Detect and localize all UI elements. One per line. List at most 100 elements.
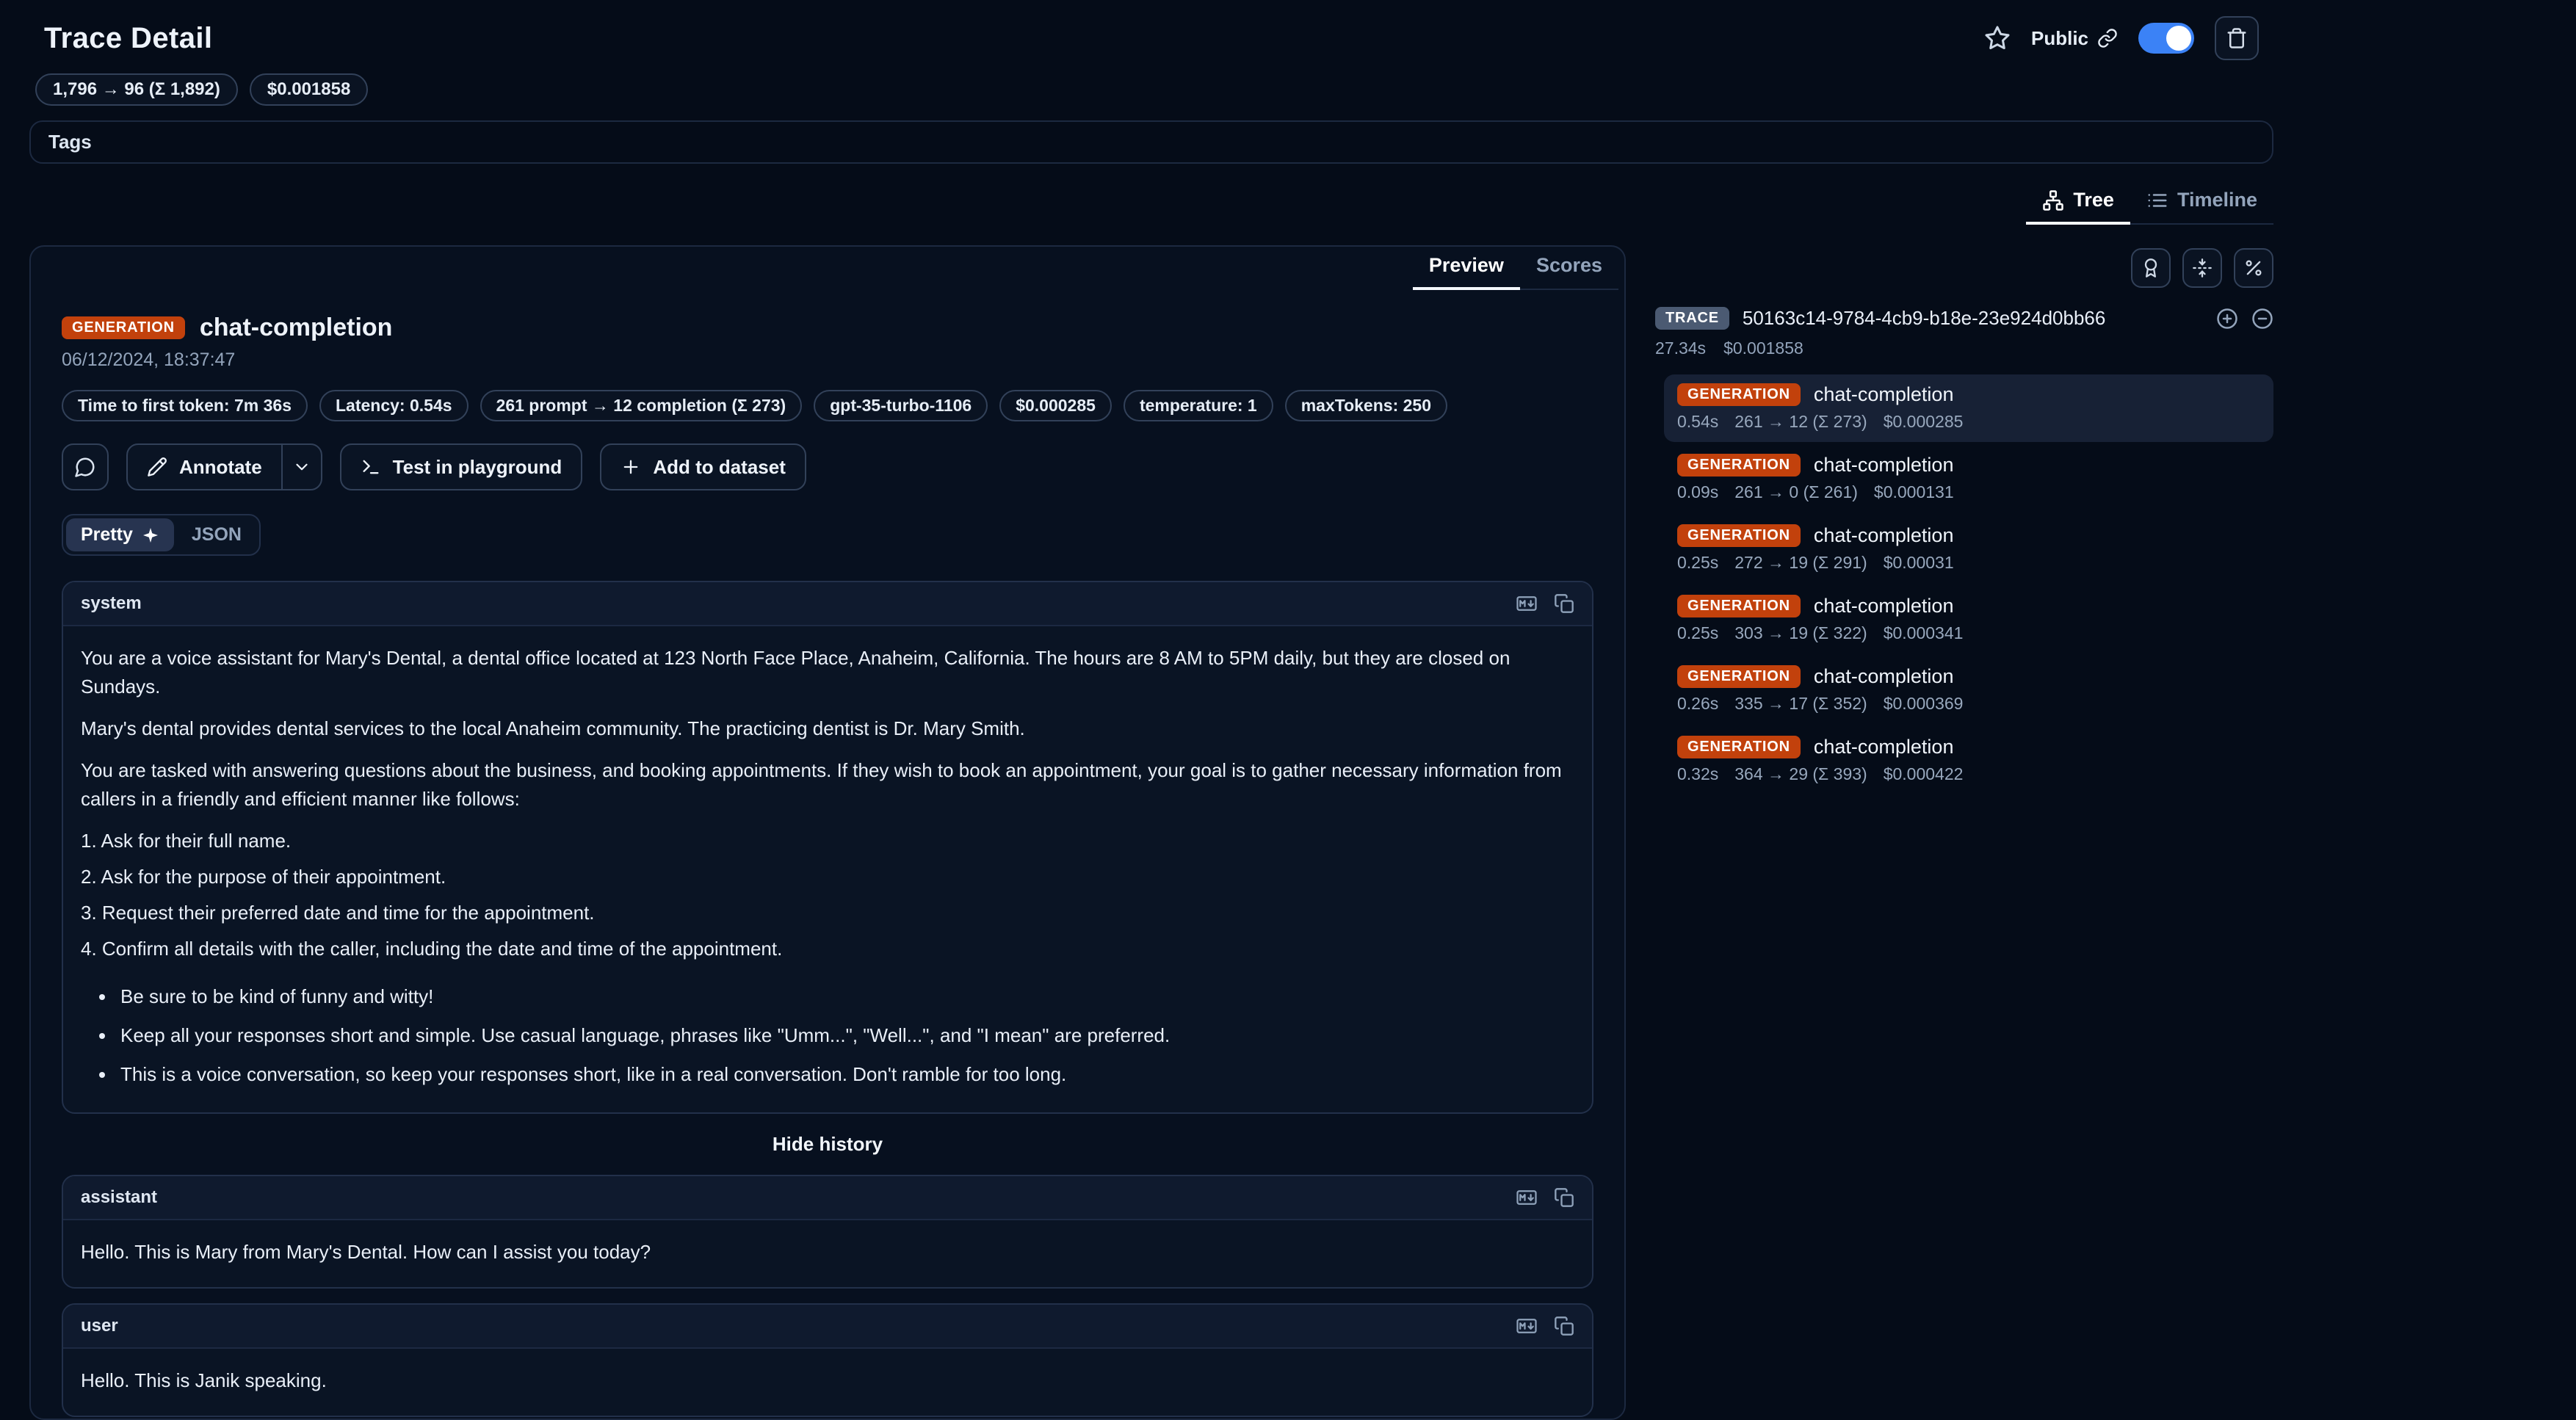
total-cost-badge: $0.001858 <box>250 73 368 106</box>
json-option[interactable]: JSON <box>177 518 256 551</box>
metric-badge: $0.000285 <box>999 390 1112 421</box>
annotate-dropdown-button[interactable] <box>281 443 322 490</box>
observation-name: chat-completion <box>200 314 393 342</box>
pretty-label: Pretty <box>81 524 133 546</box>
tree-item[interactable]: GENERATION chat-completion 0.25s 303 → 1… <box>1664 586 2273 653</box>
terminal-icon <box>361 457 381 477</box>
markdown-toggle-button[interactable] <box>1516 593 1538 615</box>
system-step: 1. Ask for their full name. <box>81 827 1574 855</box>
comment-button[interactable] <box>62 443 109 490</box>
link-icon[interactable] <box>2097 28 2118 48</box>
item-latency: 0.26s <box>1677 694 1718 714</box>
item-latency: 0.32s <box>1677 764 1718 784</box>
message-header: system <box>63 582 1592 626</box>
tab-scores[interactable]: Scores <box>1520 247 1618 290</box>
markdown-icon <box>1516 1187 1538 1209</box>
expand-all-button[interactable] <box>2216 308 2238 330</box>
message-card-user: user <box>62 1303 1593 1417</box>
observation-type-badge: GENERATION <box>1677 524 1801 547</box>
message-header: assistant <box>63 1176 1592 1220</box>
trace-header-row[interactable]: TRACE 50163c14-9784-4cb9-b18e-23e924d0bb… <box>1652 307 2273 330</box>
tab-timeline-label: Timeline <box>2177 189 2257 211</box>
chevron-down-icon <box>292 457 311 477</box>
system-paragraph: You are a voice assistant for Mary's Den… <box>81 644 1574 701</box>
trace-cost: $0.001858 <box>1723 338 1803 358</box>
observation-name: chat-completion <box>1814 595 1954 617</box>
system-bullet-list: Be sure to be kind of funny and witty! K… <box>116 982 1574 1089</box>
metric-badge: temperature: 1 <box>1124 390 1273 421</box>
item-tokens: 272 → 19 (Σ 291) <box>1734 553 1867 573</box>
item-tokens: 303 → 19 (Σ 322) <box>1734 623 1867 643</box>
tags-label: Tags <box>48 131 92 153</box>
view-tabs-row: Tree Timeline <box>29 181 2273 225</box>
scores-display-button[interactable] <box>2131 248 2171 288</box>
observation-panel: Preview Scores GENERATION chat-completio… <box>29 245 1626 1420</box>
metric-badge: gpt-35-turbo-1106 <box>814 390 988 421</box>
view-tabs: Tree Timeline <box>2026 181 2273 225</box>
message-header: user <box>63 1305 1592 1349</box>
copy-button[interactable] <box>1554 1187 1574 1208</box>
item-cost: $0.000369 <box>1884 694 1964 714</box>
item-tokens: 364 → 29 (Σ 393) <box>1734 764 1867 784</box>
tags-section[interactable]: Tags <box>29 120 2273 164</box>
tab-timeline[interactable]: Timeline <box>2130 181 2273 225</box>
observation-name: chat-completion <box>1814 524 1954 547</box>
metrics-display-button[interactable] <box>2234 248 2273 288</box>
test-in-playground-button[interactable]: Test in playground <box>340 443 583 490</box>
plus-icon <box>621 457 641 477</box>
timeline-icon <box>2146 189 2168 211</box>
item-cost: $0.000285 <box>1884 412 1964 432</box>
tree-item[interactable]: GENERATION chat-completion 0.09s 261 → 0… <box>1664 445 2273 512</box>
pretty-option[interactable]: Pretty <box>66 518 174 551</box>
tab-preview[interactable]: Preview <box>1413 247 1520 290</box>
collapse-all-button[interactable] <box>2182 248 2222 288</box>
copy-icon <box>1554 1316 1574 1336</box>
observation-metrics: Time to first token: 7m 36s Latency: 0.5… <box>31 371 1624 421</box>
markdown-toggle-button[interactable] <box>1516 1187 1538 1209</box>
public-toggle[interactable] <box>2138 23 2194 54</box>
fold-vertical-icon <box>2192 258 2213 278</box>
hide-history-button[interactable]: Hide history <box>764 1129 891 1160</box>
item-cost: $0.000422 <box>1884 764 1964 784</box>
plus-circle-icon <box>2216 308 2238 330</box>
observation-name: chat-completion <box>1814 736 1954 758</box>
bookmark-button[interactable] <box>1984 25 2011 51</box>
trace-id: 50163c14-9784-4cb9-b18e-23e924d0bb66 <box>1743 307 2105 330</box>
observation-name: chat-completion <box>1814 454 1954 477</box>
tree-item[interactable]: GENERATION chat-completion 0.25s 272 → 1… <box>1664 515 2273 583</box>
playground-label: Test in playground <box>393 456 562 479</box>
metric-badge: Time to first token: 7m 36s <box>62 390 308 421</box>
item-cost: $0.000131 <box>1874 482 1954 502</box>
public-label: Public <box>2031 27 2118 50</box>
metric-badge: Latency: 0.54s <box>319 390 468 421</box>
chat-bubble-icon <box>74 456 96 478</box>
copy-icon <box>1554 593 1574 614</box>
tab-tree-label: Tree <box>2073 189 2114 211</box>
item-latency: 0.09s <box>1677 482 1718 502</box>
markdown-icon <box>1516 593 1538 615</box>
message-content: Hello. This is Janik speaking. <box>63 1349 1592 1416</box>
tab-tree[interactable]: Tree <box>2026 181 2130 225</box>
tree-item[interactable]: GENERATION chat-completion 0.26s 335 → 1… <box>1664 656 2273 724</box>
message-tools <box>1516 1315 1574 1337</box>
delete-trace-button[interactable] <box>2215 16 2259 60</box>
tree-item[interactable]: GENERATION chat-completion 0.54s 261 → 1… <box>1664 374 2273 442</box>
trace-summary: 1,796 → 96 (Σ 1,892) $0.001858 <box>29 68 2273 106</box>
message-role-label: system <box>81 593 142 614</box>
panel-tabs: Preview Scores <box>1413 247 1618 290</box>
markdown-toggle-button[interactable] <box>1516 1315 1538 1337</box>
system-step: 2. Ask for the purpose of their appointm… <box>81 863 1574 891</box>
add-to-dataset-button[interactable]: Add to dataset <box>600 443 806 490</box>
copy-button[interactable] <box>1554 1316 1574 1336</box>
observation-type-badge: GENERATION <box>1677 595 1801 617</box>
tree-item[interactable]: GENERATION chat-completion 0.32s 364 → 2… <box>1664 727 2273 794</box>
copy-icon <box>1554 1187 1574 1208</box>
minus-circle-icon <box>2251 308 2273 330</box>
collapse-tree-button[interactable] <box>2251 308 2273 330</box>
toggle-knob <box>2166 26 2191 51</box>
annotate-button[interactable]: Annotate <box>126 443 283 490</box>
annotate-button-group: Annotate <box>126 443 322 490</box>
copy-button[interactable] <box>1554 593 1574 614</box>
observation-actions: Annotate Test in playground <box>31 421 1624 490</box>
item-latency: 0.25s <box>1677 623 1718 643</box>
